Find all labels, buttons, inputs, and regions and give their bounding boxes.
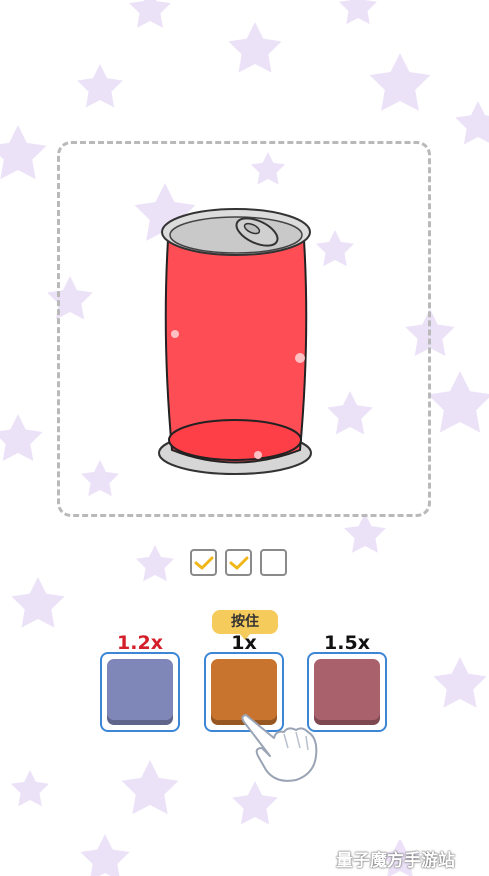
progress-checkboxes <box>190 549 287 576</box>
progress-check-2 <box>225 549 252 576</box>
progress-check-1 <box>190 549 217 576</box>
color-swatch-blue[interactable] <box>100 652 180 732</box>
multiplier-label-1: 1.2x <box>117 632 163 654</box>
pointing-hand-icon <box>241 714 318 782</box>
swatch-fill <box>107 659 173 725</box>
hold-hint-bubble: 按住 <box>212 610 278 640</box>
multiplier-label-2: 1x <box>231 632 257 654</box>
progress-check-3 <box>260 549 287 576</box>
soda-can-drawing <box>158 208 312 475</box>
jiyou-logo-icon <box>376 816 454 844</box>
watermark-text: 量子魔方手游站 <box>336 851 455 871</box>
multiplier-label-3: 1.5x <box>324 632 370 654</box>
checkmark-icon <box>229 556 248 569</box>
checkmark-icon <box>194 556 213 569</box>
